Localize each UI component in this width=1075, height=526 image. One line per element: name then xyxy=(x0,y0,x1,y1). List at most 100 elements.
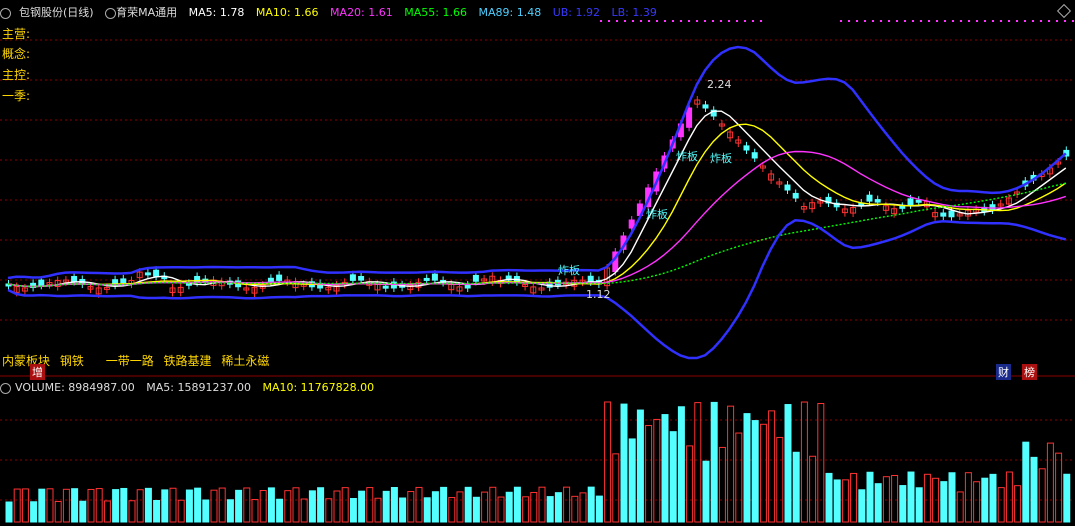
volume-bar xyxy=(718,446,726,523)
marker-dot xyxy=(1008,20,1010,22)
ma10-line xyxy=(7,123,1067,288)
volume-bar xyxy=(669,431,677,523)
marker-dot xyxy=(984,20,986,22)
volume-bar xyxy=(276,498,284,523)
volume-bar xyxy=(202,499,210,523)
indicator-name: 育荣MA通用 xyxy=(116,6,178,19)
marker-dot xyxy=(640,20,642,22)
candle-body xyxy=(743,145,750,151)
volume-bar xyxy=(710,401,718,523)
volume-bar xyxy=(694,402,702,523)
rank-badge[interactable]: 榜 xyxy=(1022,364,1037,380)
volume-bar xyxy=(661,414,669,523)
volume-bar xyxy=(776,436,784,523)
indicator-toggle-icon[interactable] xyxy=(105,7,117,19)
volume-bar xyxy=(579,492,587,523)
marker-dot xyxy=(864,20,866,22)
collapse-icon[interactable] xyxy=(0,382,11,394)
volume-bar xyxy=(243,487,251,523)
marker-dot xyxy=(656,20,658,22)
volume-bar xyxy=(169,487,177,523)
candle-body xyxy=(940,212,947,217)
boll-band xyxy=(7,219,1067,360)
zhaban-tag: 炸板 xyxy=(646,208,668,221)
volume-bar xyxy=(481,491,489,523)
candle-body xyxy=(431,273,438,281)
volume-bar xyxy=(325,498,333,523)
marker-dot xyxy=(752,20,754,22)
finance-badge[interactable]: 财 xyxy=(996,364,1011,380)
marker-dot xyxy=(960,20,962,22)
volume-bar xyxy=(784,404,792,523)
marker-dot xyxy=(696,20,698,22)
candle-body xyxy=(144,272,151,276)
volume-bar xyxy=(850,472,858,523)
volume-bar xyxy=(153,499,161,523)
volume-bar xyxy=(144,487,152,523)
volume-bar xyxy=(185,489,193,523)
volume-bar xyxy=(46,488,54,523)
marker-dot xyxy=(944,20,946,22)
kline-chart[interactable] xyxy=(0,0,1075,526)
volume-bar xyxy=(267,487,275,523)
marker-dot xyxy=(880,20,882,22)
volume-bar xyxy=(833,479,841,523)
volume-header: VOLUME: 8984987.00 MA5: 15891237.00 MA10… xyxy=(0,381,382,394)
volume-bar xyxy=(177,499,185,523)
volume-bar xyxy=(628,438,636,523)
candle-body xyxy=(948,210,955,218)
candle-body xyxy=(907,198,914,206)
volume-bar xyxy=(112,489,120,523)
volume-bar xyxy=(489,486,497,523)
zhaban-tag: 炸板 xyxy=(710,152,732,165)
volume-bar xyxy=(768,410,776,523)
volume-bar xyxy=(407,491,415,523)
marker-dot xyxy=(744,20,746,22)
volume-bar xyxy=(333,490,341,523)
volume-bar xyxy=(128,500,136,523)
marker-dot xyxy=(760,20,762,22)
volume-bar xyxy=(899,485,907,523)
volume-bar xyxy=(587,486,595,523)
marker-dot xyxy=(840,20,842,22)
volume-bar xyxy=(210,489,218,523)
volume-bar xyxy=(792,451,800,523)
volume-bar xyxy=(300,498,308,523)
sector-item[interactable]: 稀土永磁 xyxy=(221,354,269,368)
volume-bar xyxy=(218,487,226,523)
volume-bar xyxy=(981,477,989,523)
volume-bar xyxy=(1038,468,1046,523)
volume-bar xyxy=(1005,471,1013,523)
volume-bar xyxy=(226,499,234,523)
marker-dot xyxy=(1000,20,1002,22)
side-label-control: 主控: xyxy=(2,68,31,82)
volume-bar xyxy=(1014,485,1022,523)
candle-body xyxy=(472,274,479,282)
candle-body xyxy=(153,269,160,277)
marker-dot xyxy=(928,20,930,22)
zeng-badge[interactable]: 增 xyxy=(30,364,45,380)
marker-dot xyxy=(872,20,874,22)
collapse-icon[interactable] xyxy=(0,7,11,19)
volume-bar xyxy=(1030,456,1038,523)
marker-dot xyxy=(1048,20,1050,22)
volume-bar xyxy=(940,481,948,523)
side-label-quarter: 一季: xyxy=(2,89,31,103)
candle-body xyxy=(382,285,389,289)
sector-item[interactable]: 铁路基建 xyxy=(164,354,212,368)
sector-item[interactable]: 钢铁 xyxy=(60,354,84,368)
candle-body xyxy=(792,192,799,199)
volume-bar xyxy=(956,491,964,523)
volume-bar xyxy=(30,501,38,523)
volume-bar xyxy=(948,472,956,523)
volume-bar xyxy=(472,496,480,523)
volume-bar xyxy=(686,445,694,523)
sector-item[interactable]: 一带一路 xyxy=(106,354,154,368)
marker-dot xyxy=(648,20,650,22)
volume-bar xyxy=(251,498,259,523)
volume-bar xyxy=(497,496,505,523)
volume-bar xyxy=(87,488,95,523)
marker-dot xyxy=(1064,20,1066,22)
candle-body xyxy=(751,152,758,159)
volume-bar xyxy=(923,473,931,523)
